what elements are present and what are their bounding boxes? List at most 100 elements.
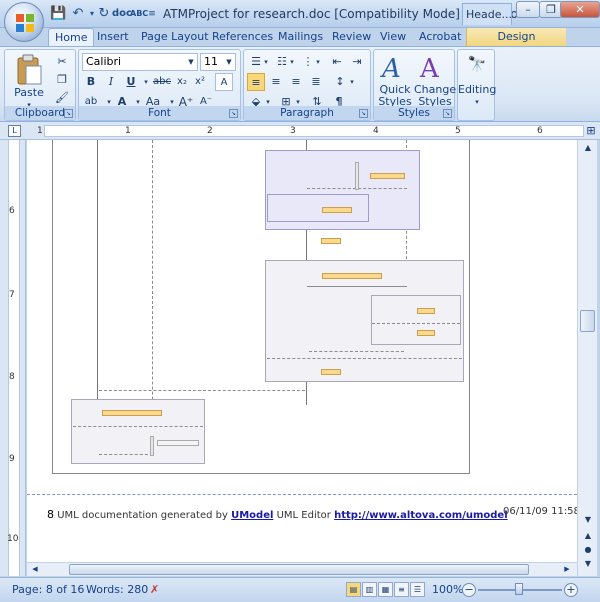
numbering-dropdown-icon[interactable]: ▾: [287, 53, 297, 71]
tab-mailings[interactable]: Mailings: [278, 28, 323, 46]
font-name-combo[interactable]: Calibri ▼: [82, 53, 198, 71]
align-left-button[interactable]: ≡: [247, 73, 265, 91]
scroll-up-icon[interactable]: ▲: [581, 142, 595, 154]
tab-home[interactable]: Home: [48, 28, 95, 47]
activation-bar: [355, 162, 359, 190]
copy-icon[interactable]: ❐: [53, 71, 71, 89]
footer-link-url[interactable]: http://www.altova.com/umodel: [334, 510, 508, 521]
justify-button[interactable]: ≣: [307, 73, 325, 91]
ruler-number: 1: [125, 126, 131, 136]
paragraph-launcher-icon[interactable]: ↘: [359, 109, 368, 118]
footer-link-umodel[interactable]: UModel: [231, 510, 273, 521]
font-size-dropdown-icon[interactable]: ▼: [223, 54, 235, 70]
ruler-number: 2: [207, 126, 213, 136]
subscript-button[interactable]: x₂: [173, 73, 191, 91]
outline-view-icon[interactable]: ≡: [394, 582, 409, 597]
tab-acrobat[interactable]: Acrobat: [419, 28, 461, 46]
zoom-in-icon[interactable]: +: [564, 583, 578, 597]
cut-icon[interactable]: ✂: [53, 53, 71, 71]
horizontal-scroll-thumb[interactable]: [69, 564, 529, 575]
horizontal-scrollbar[interactable]: ◀ ▶: [27, 562, 577, 576]
paste-button[interactable]: Paste: [13, 87, 45, 99]
styles-launcher-icon[interactable]: ↘: [443, 109, 452, 118]
zoom-level[interactable]: 100%: [432, 583, 463, 596]
page-count[interactable]: Page: 8 of 16: [12, 583, 84, 596]
office-button[interactable]: [4, 2, 44, 42]
font-size-value: 11: [204, 55, 218, 68]
tab-references[interactable]: References: [212, 28, 273, 46]
align-center-button[interactable]: ≡: [267, 73, 285, 91]
paste-icon[interactable]: [15, 54, 43, 86]
ribbon: Paste ▾ ✂ ❐ 🖌 Clipboard ↘ Calibri ▼ 11 ▼…: [0, 46, 600, 122]
vertical-scroll-thumb[interactable]: [580, 310, 595, 332]
save-icon[interactable]: 💾: [50, 6, 66, 22]
ribbon-tabs: Home Insert Page Layout References Maili…: [0, 28, 600, 47]
web-layout-view-icon[interactable]: ▦: [378, 582, 393, 597]
minimize-button[interactable]: –: [516, 1, 540, 18]
status-bar: Page: 8 of 16 Words: 280 ✗ ▤ ▥ ▦ ≡ ☰ 100…: [0, 577, 600, 602]
editing-dropdown-icon[interactable]: ▾: [458, 96, 496, 108]
next-page-icon[interactable]: ▼: [581, 558, 595, 570]
superscript-button[interactable]: x²: [191, 73, 209, 91]
tab-selector-icon[interactable]: L: [8, 125, 21, 137]
scroll-right-icon[interactable]: ▶: [561, 564, 573, 575]
view-ruler-icon[interactable]: ⊞: [584, 124, 598, 138]
vertical-ruler[interactable]: 6 7 8 9 10: [0, 140, 26, 576]
ruler-strip: 1 1 2 3 4 5 6: [37, 125, 584, 137]
close-button[interactable]: ✕: [560, 1, 600, 18]
header-footer-tools-tab[interactable]: Heade...: [462, 3, 512, 25]
styles-group: A Quick Styles A Change Styles Styles ↘: [373, 49, 456, 121]
tab-view[interactable]: View: [380, 28, 406, 46]
full-screen-reading-view-icon[interactable]: ▥: [362, 582, 377, 597]
change-styles-icon[interactable]: A: [420, 54, 448, 84]
zoom-slider-thumb[interactable]: [515, 583, 523, 595]
strikethrough-button[interactable]: abc: [153, 73, 171, 91]
align-right-button[interactable]: ≡: [287, 73, 305, 91]
previous-page-icon[interactable]: ▲: [581, 530, 595, 542]
font-launcher-icon[interactable]: ↘: [229, 109, 238, 118]
tab-page-layout[interactable]: Page Layout: [141, 28, 209, 46]
binoculars-icon[interactable]: 🔭: [467, 55, 487, 75]
diagram-message: [370, 173, 405, 179]
increase-indent-button[interactable]: ⇥: [348, 53, 366, 71]
tab-design[interactable]: Design: [466, 28, 566, 46]
font-group-label: Font: [79, 106, 240, 120]
scroll-left-icon[interactable]: ◀: [29, 564, 41, 575]
zoom-out-icon[interactable]: −: [462, 583, 476, 597]
horizontal-ruler[interactable]: L 1 1 2 3 4 5 6 ⊞: [0, 122, 600, 140]
proofing-icon[interactable]: ✗: [150, 583, 159, 596]
diagram-separator: [267, 358, 462, 359]
vertical-scrollbar[interactable]: ▲ ▼ ▲ ● ▼: [577, 140, 597, 576]
diagram-fragment-inner: [267, 194, 369, 222]
word-count[interactable]: Words: 280: [86, 583, 148, 596]
tab-review[interactable]: Review: [332, 28, 371, 46]
font-name-dropdown-icon[interactable]: ▼: [185, 54, 197, 70]
document-area[interactable]: 8 UML documentation generated by UModel …: [27, 140, 577, 576]
quick-styles-icon[interactable]: A: [382, 54, 410, 84]
italic-button[interactable]: I: [102, 73, 120, 91]
diagram-message: [102, 410, 162, 416]
scroll-down-icon[interactable]: ▼: [581, 514, 595, 526]
decrease-indent-button[interactable]: ⇤: [328, 53, 346, 71]
tab-insert[interactable]: Insert: [97, 28, 129, 46]
multilevel-dropdown-icon[interactable]: ▾: [313, 53, 323, 71]
diagram-fragment-inner: [371, 295, 461, 345]
select-browse-object-icon[interactable]: ●: [581, 544, 595, 556]
vruler-number: 9: [9, 454, 15, 464]
bold-button[interactable]: B: [82, 73, 100, 91]
editing-button[interactable]: Editing: [458, 84, 496, 96]
redo-icon[interactable]: ↻: [96, 6, 112, 22]
font-name-value: Calibri: [86, 55, 122, 68]
diagram-message: [417, 308, 435, 314]
line-spacing-dropdown-icon[interactable]: ▾: [347, 73, 357, 91]
print-layout-view-icon[interactable]: ▤: [346, 582, 361, 597]
bullets-dropdown-icon[interactable]: ▾: [261, 53, 271, 71]
doc-icon[interactable]: doc: [112, 6, 132, 22]
clipboard-launcher-icon[interactable]: ↘: [64, 109, 73, 118]
draft-view-icon[interactable]: ☰: [410, 582, 425, 597]
font-size-combo[interactable]: 11 ▼: [200, 53, 236, 71]
clear-formatting-button[interactable]: A: [215, 73, 233, 91]
ruler-number: 3: [290, 126, 296, 136]
format-painter-icon[interactable]: 🖌: [53, 89, 71, 107]
customize-qat-icon[interactable]: ≡: [144, 6, 160, 22]
